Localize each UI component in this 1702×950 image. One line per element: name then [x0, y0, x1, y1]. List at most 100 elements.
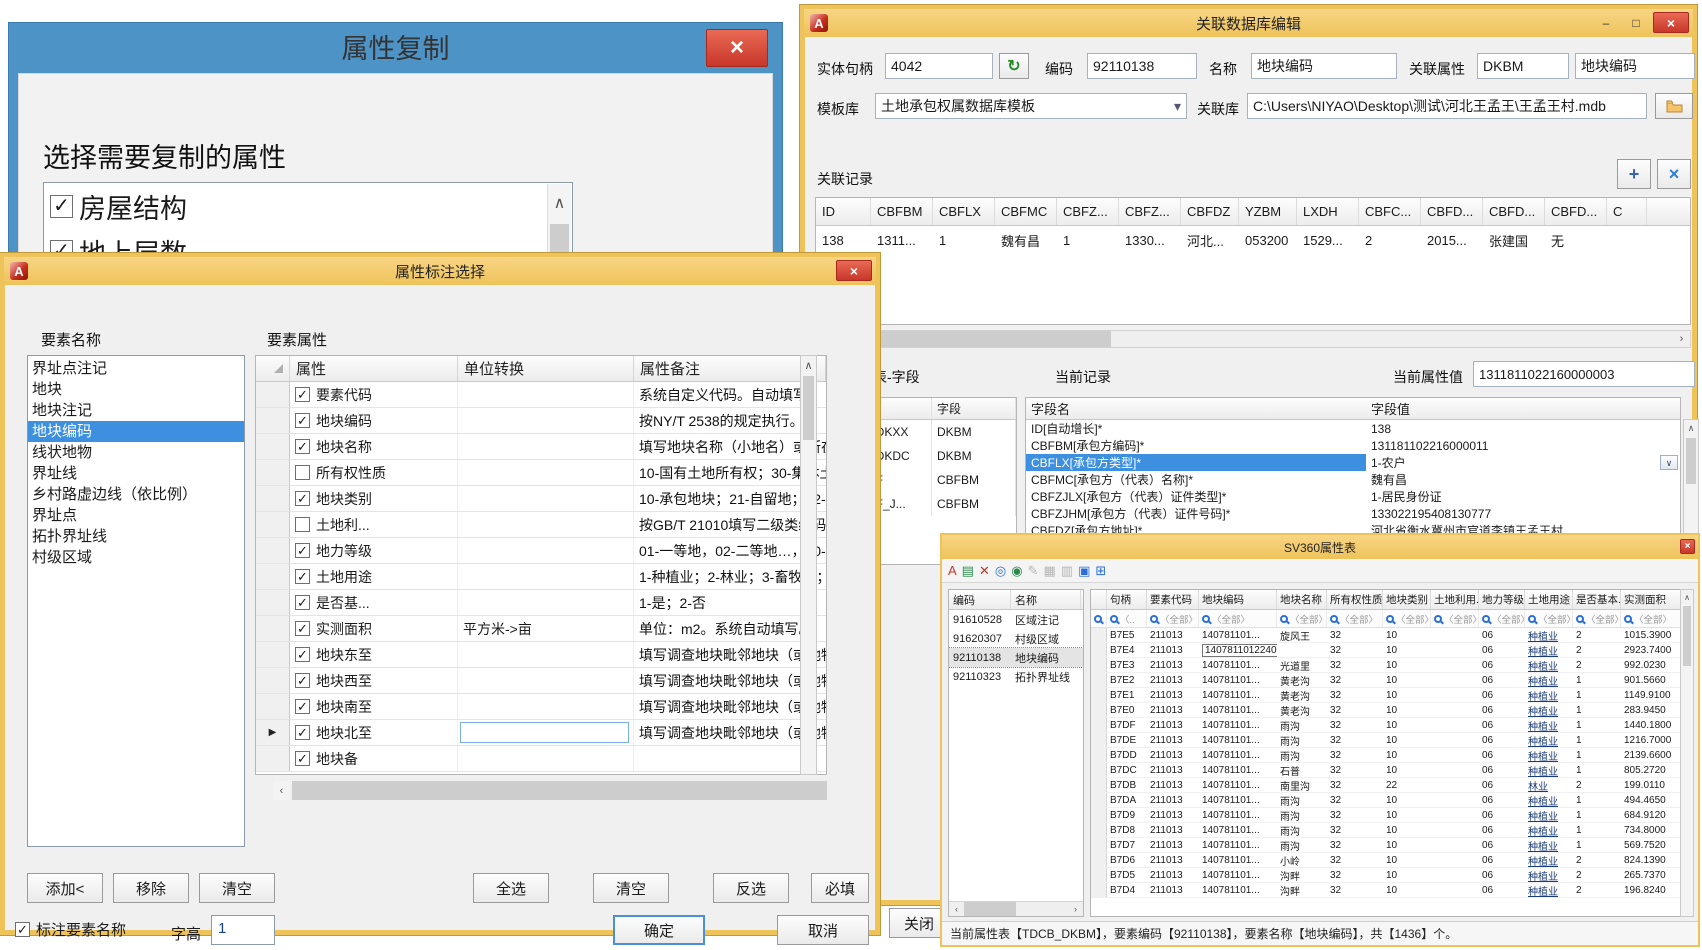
row-selector-cell[interactable] [1091, 673, 1107, 687]
filter-cell[interactable]: 〈全部〉 [1277, 610, 1327, 627]
column-header[interactable]: CBFDZ [1181, 198, 1239, 225]
find-icon[interactable]: ◎ [995, 563, 1006, 579]
linked-records-table[interactable]: IDCBFBMCBFLXCBFMCCBFZ...CBFZ...CBFDZYZBM… [815, 197, 1691, 325]
remark-column-header[interactable]: 属性备注 [634, 356, 826, 381]
land-use-cell[interactable]: 种植业 [1525, 883, 1573, 897]
unit-cell[interactable] [458, 590, 634, 615]
filter-cell[interactable]: 〈全部〉 [1621, 610, 1683, 627]
parcel-code-cell[interactable]: 140781101... [1199, 628, 1277, 642]
table-row[interactable]: B7E4 211013 1407811012240000024 32 10 06… [1091, 643, 1693, 658]
scroll-up-icon[interactable]: ∧ [1684, 420, 1698, 436]
attribute-copy-titlebar[interactable]: 属性复制 × [9, 23, 782, 69]
unit-cell[interactable] [458, 746, 634, 771]
item-checkbox[interactable] [50, 195, 73, 218]
layer-row[interactable]: 91610528 区域注记 [949, 610, 1083, 629]
parcel-code-cell[interactable]: 140781101... [1199, 823, 1277, 837]
clear-attrs-button[interactable]: 清空 [593, 873, 669, 903]
row-selector-cell[interactable] [1091, 823, 1107, 837]
parcel-code-cell[interactable]: 140781101... [1199, 838, 1277, 852]
feature-list-item[interactable]: 界址线 [28, 463, 244, 484]
column-header[interactable]: 地块类别 [1383, 590, 1431, 609]
row-selector-cell[interactable] [1091, 853, 1107, 867]
annotation-select-titlebar[interactable]: 属性标注选择 A × [4, 257, 876, 285]
scroll-right-icon[interactable]: › [1673, 331, 1690, 347]
column-header[interactable]: 是否基本... [1573, 590, 1621, 609]
parcel-code-cell[interactable]: 1407811012240000024 [1199, 643, 1277, 657]
attribute-row[interactable]: ▶ 实测面积 平方米->亩 单位：m2。系统自动填写。 [256, 616, 826, 642]
attribute-checkbox[interactable] [295, 465, 310, 480]
list-item[interactable]: 房屋结构 [44, 183, 572, 228]
feature-list-item[interactable]: 线状地物 [28, 442, 244, 463]
unit-cell[interactable] [458, 694, 634, 719]
template-lib-select[interactable]: 土地承包权属数据库模板 ▾ [875, 93, 1187, 119]
dropdown-arrow-icon[interactable]: ∨ [1660, 455, 1678, 470]
code-field[interactable]: 92110138 [1087, 53, 1197, 79]
parcel-code-cell[interactable]: 140781101... [1199, 883, 1277, 897]
required-only-button[interactable]: 必填 [811, 873, 869, 903]
parcel-code-cell[interactable]: 140781101... [1199, 868, 1277, 882]
delete-record-button[interactable]: × [1657, 159, 1691, 189]
table-row[interactable]: B7D6 211013 140781101... 小岭 32 10 06 种植业… [1091, 853, 1693, 868]
save-icon[interactable]: ▤ [962, 563, 974, 579]
attribute-row[interactable]: ▶ 要素代码 系统自定义代码。自动填写。 [256, 382, 826, 408]
attribute-row[interactable]: ▶ 地块东至 填写调查地块毗邻地块（或地物）. [256, 642, 826, 668]
unit-cell[interactable] [458, 668, 634, 693]
cancel-button[interactable]: 取消 [777, 915, 869, 945]
filter-cell[interactable]: 〈全部〉 [1431, 610, 1479, 627]
attribute-checkbox[interactable] [295, 413, 310, 428]
land-use-cell[interactable]: 种植业 [1525, 718, 1573, 732]
entity-pick-button[interactable]: ↻ [999, 53, 1029, 79]
attribute-column-header[interactable]: 属性 [290, 356, 458, 381]
parcel-code-cell[interactable]: 140781101... [1199, 688, 1277, 702]
table-row[interactable]: B7D4 211013 140781101... 沟畔 32 10 06 种植业… [1091, 883, 1693, 898]
select-all-attrs-button[interactable]: 全选 [473, 873, 549, 903]
attribute-row[interactable]: ▶ 是否基... 1-是；2-否 [256, 590, 826, 616]
browse-db-button[interactable] [1655, 93, 1693, 119]
parcel-code-cell[interactable]: 140781101... [1199, 853, 1277, 867]
column-header[interactable]: 地块名称 [1277, 590, 1327, 609]
scroll-left-icon[interactable]: ‹ [949, 902, 964, 916]
records-hscrollbar[interactable]: › [815, 330, 1691, 348]
table-vscrollbar[interactable]: ∧ [1680, 589, 1694, 917]
select-entity-icon[interactable]: A [948, 563, 957, 579]
feature-list-item[interactable]: 界址点注记 [28, 358, 244, 379]
table-row[interactable]: B7D7 211013 140781101... 雨沟 32 10 06 种植业… [1091, 838, 1693, 853]
table-row[interactable]: B7DE 211013 140781101... 雨沟 32 10 06 种植业… [1091, 733, 1693, 748]
land-use-cell[interactable]: 种植业 [1525, 808, 1573, 822]
row-selector-cell[interactable] [1091, 778, 1107, 792]
attribute-checkbox[interactable] [295, 751, 310, 766]
attribute-checkbox[interactable] [295, 387, 310, 402]
row-selector-cell[interactable] [1091, 763, 1107, 777]
parcel-code-cell[interactable]: 140781101... [1199, 763, 1277, 777]
table-row[interactable]: B7D5 211013 140781101... 沟畔 32 10 06 种植业… [1091, 868, 1693, 883]
area-icon[interactable]: ▦ [1043, 563, 1055, 579]
row-selector-cell[interactable] [1091, 643, 1107, 657]
land-use-cell[interactable]: 种植业 [1525, 643, 1573, 657]
field-column-header[interactable]: 字段 [932, 398, 1016, 419]
annotate-name-checkbox[interactable] [15, 922, 30, 937]
attribute-row[interactable]: ▶ 土地利... 按GB/T 21010填写二级类编码。... [256, 512, 826, 538]
attribute-row[interactable]: ▶ 地块北至 填写调查地块毗邻地块（或地物）. [256, 720, 826, 746]
column-header[interactable]: CBFZ... [1057, 198, 1119, 225]
feature-list-item[interactable]: 地块 [28, 379, 244, 400]
row-selector-cell[interactable] [1091, 628, 1107, 642]
attribute-table-hscrollbar[interactable]: ‹ [273, 781, 827, 800]
scroll-up-icon[interactable]: ∧ [548, 184, 571, 222]
column-header[interactable]: C [1607, 198, 1647, 225]
scroll-up-icon[interactable]: ∧ [1681, 590, 1693, 604]
field-row[interactable]: CBFLX[承包方类型]* 1-农户 ∨ [1026, 454, 1680, 471]
field-row[interactable]: CBFBM[承包方编码]* 131181102216000011 ∨ [1026, 437, 1680, 454]
filter-cell[interactable]: 〈全部〉 [1199, 610, 1277, 627]
table-row[interactable]: B7DA 211013 140781101... 雨沟 32 10 06 种植业… [1091, 793, 1693, 808]
attribute-row[interactable]: ▶ 土地用途 1-种植业；2-林业；3-畜牧业；4. [256, 564, 826, 590]
close-button[interactable]: × [836, 260, 872, 281]
filter-cell[interactable]: 〈全部〉 [1327, 610, 1383, 627]
unit-cell[interactable] [458, 434, 634, 459]
land-use-cell[interactable]: 种植业 [1525, 763, 1573, 777]
row-selector-cell[interactable] [1091, 808, 1107, 822]
column-header[interactable]: CBFD... [1483, 198, 1545, 225]
row-selector-cell[interactable] [1091, 868, 1107, 882]
row-selector-cell[interactable] [1091, 658, 1107, 672]
unit-cell[interactable] [458, 486, 634, 511]
land-use-cell[interactable]: 种植业 [1525, 868, 1573, 882]
